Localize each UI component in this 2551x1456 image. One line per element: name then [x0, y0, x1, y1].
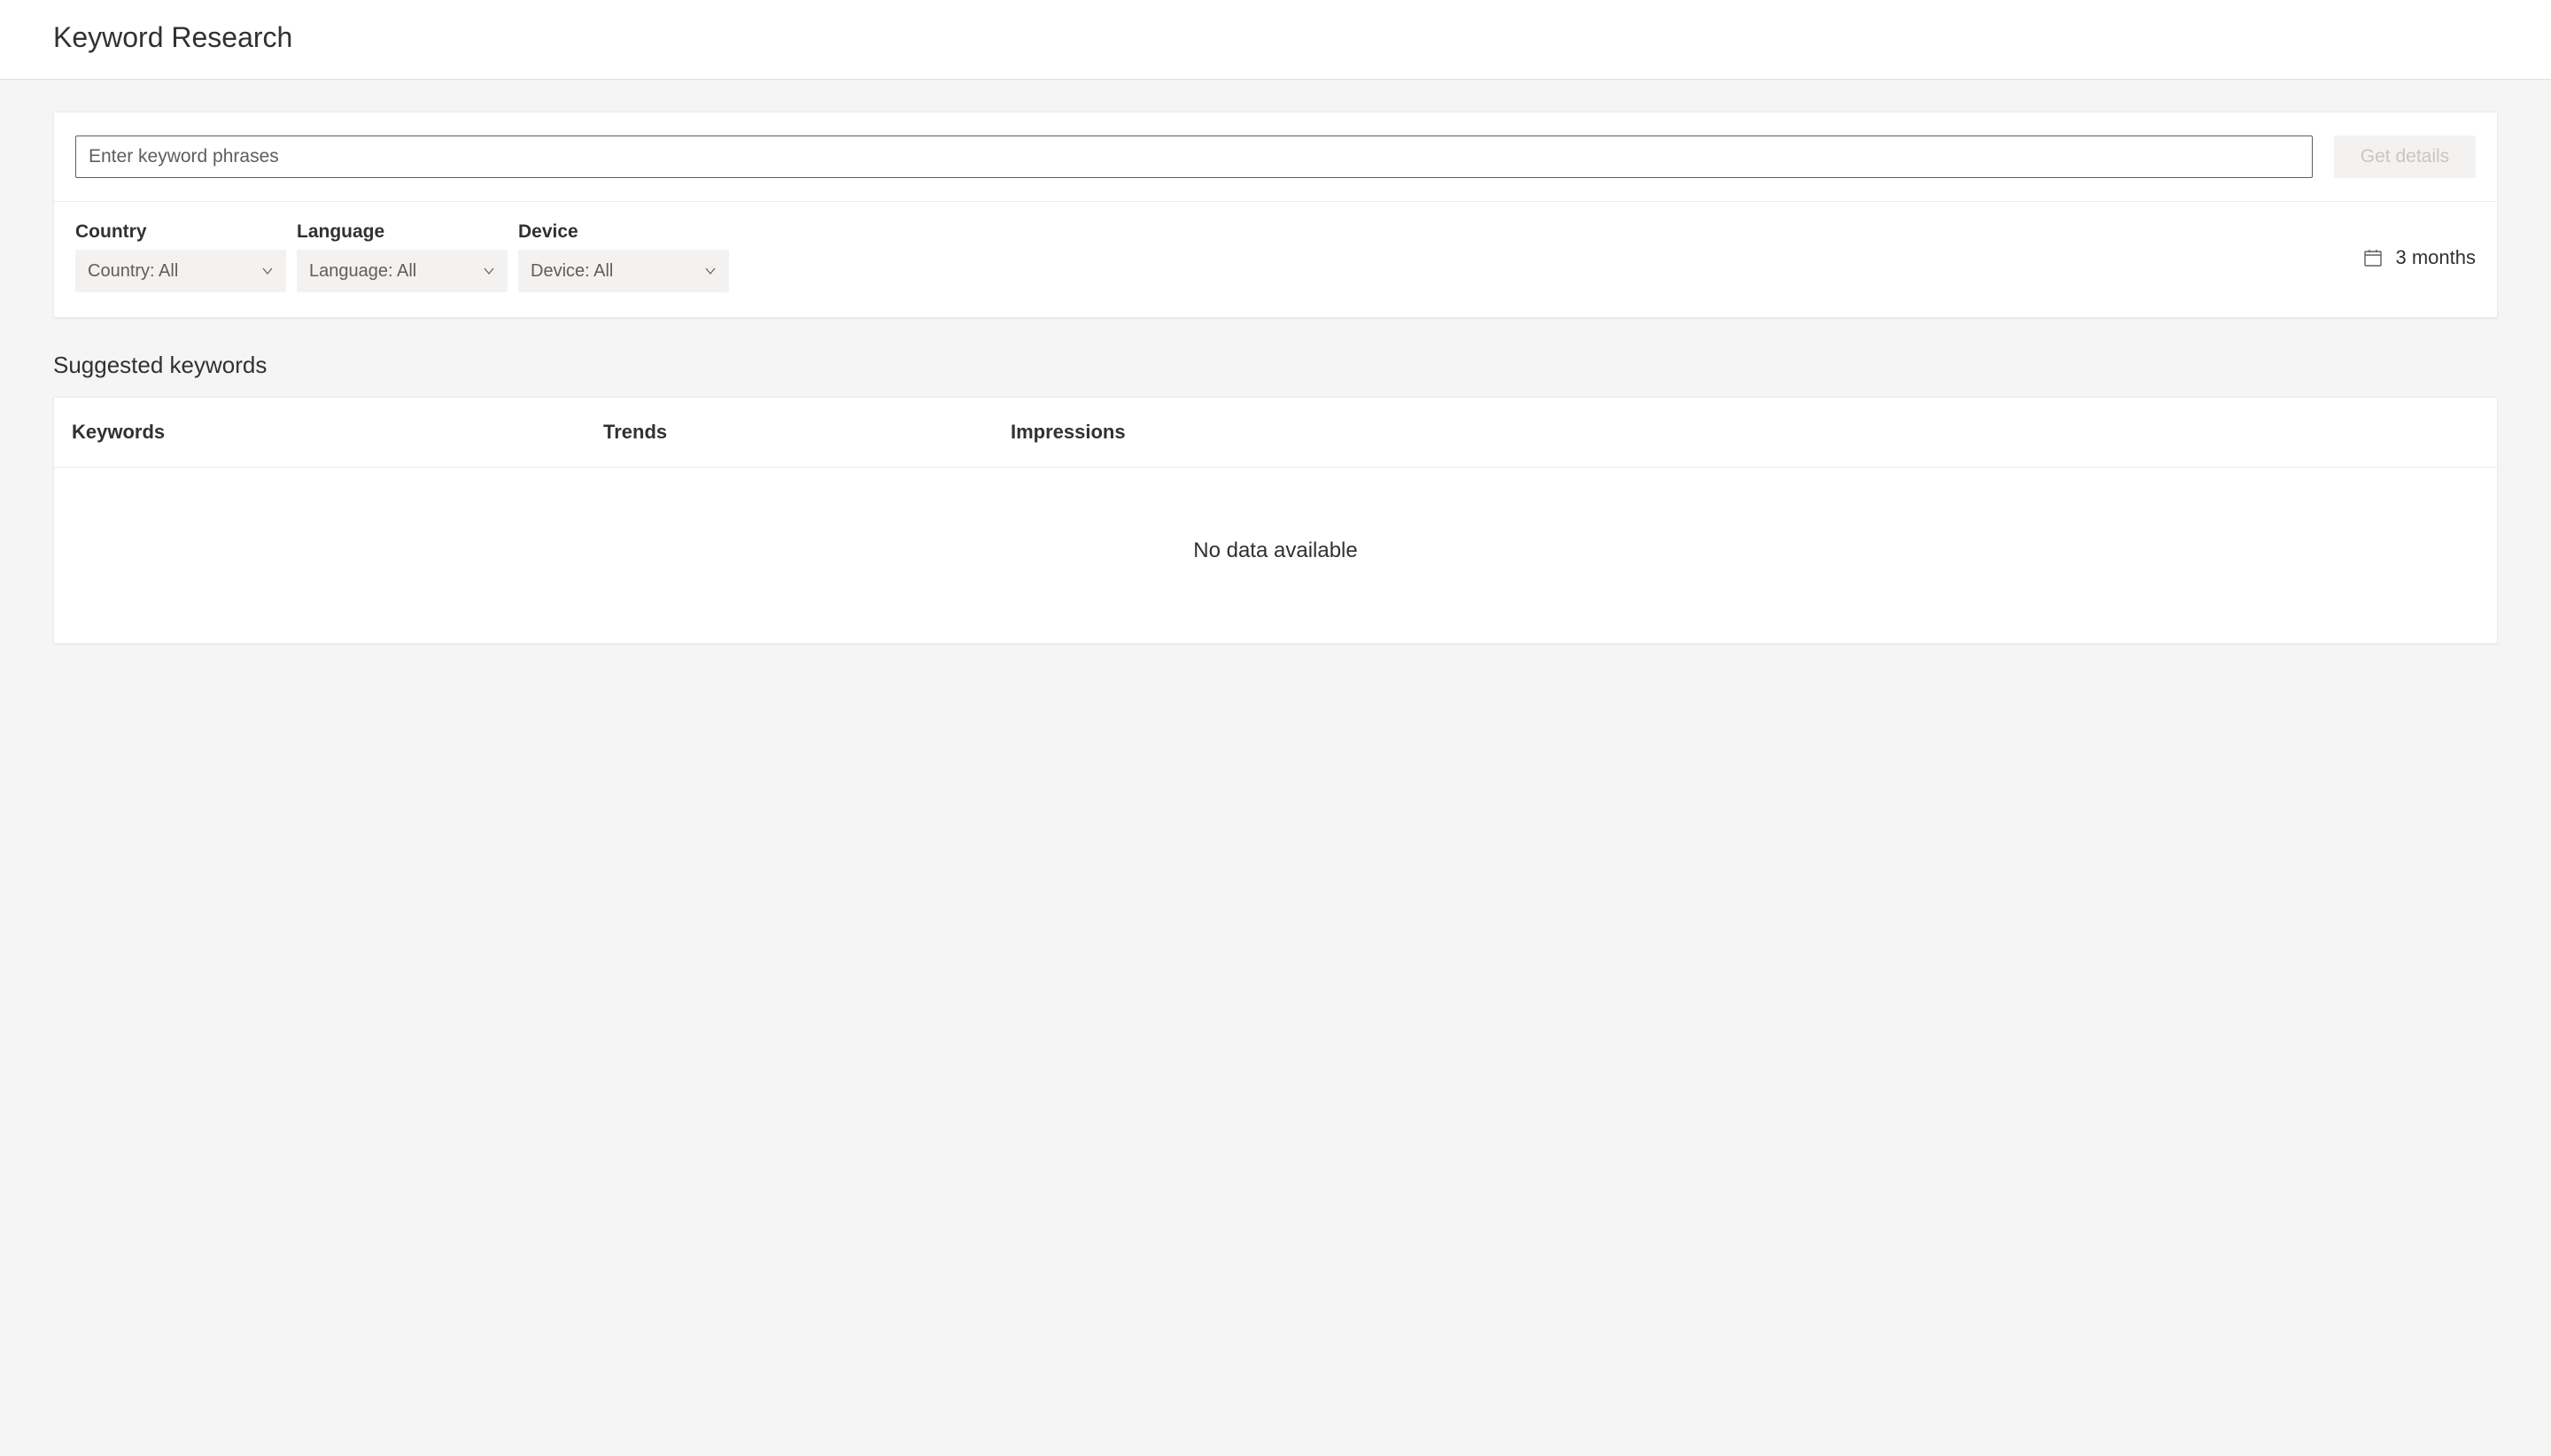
- language-dropdown[interactable]: Language: All: [297, 250, 508, 292]
- country-filter-group: Country Country: All: [75, 221, 286, 292]
- language-dropdown-value: Language: All: [309, 261, 416, 282]
- chevron-down-icon: [704, 265, 717, 277]
- table-header-row: Keywords Trends Impressions: [54, 398, 2497, 468]
- device-dropdown-value: Device: All: [531, 261, 613, 282]
- date-range-selector[interactable]: 3 months: [2362, 221, 2477, 269]
- empty-state-message: No data available: [54, 468, 2497, 643]
- page-content: Get details Country Country: All Languag…: [0, 80, 2551, 676]
- device-filter-group: Device Device: All: [518, 221, 729, 292]
- results-card: Keywords Trends Impressions No data avai…: [53, 397, 2498, 644]
- country-filter-label: Country: [75, 221, 286, 243]
- device-filter-label: Device: [518, 221, 729, 243]
- search-section: Get details: [54, 112, 2497, 202]
- date-range-value: 3 months: [2396, 246, 2477, 269]
- chevron-down-icon: [483, 265, 495, 277]
- keyword-search-input[interactable]: [75, 136, 2313, 178]
- language-filter-group: Language Language: All: [297, 221, 508, 292]
- page-title: Keyword Research: [53, 21, 2498, 54]
- column-header-impressions: Impressions: [1011, 421, 2479, 444]
- calendar-icon: [2362, 247, 2384, 268]
- language-filter-label: Language: [297, 221, 508, 243]
- suggested-keywords-title: Suggested keywords: [53, 352, 2498, 379]
- country-dropdown[interactable]: Country: All: [75, 250, 286, 292]
- column-header-trends: Trends: [603, 421, 1011, 444]
- get-details-button[interactable]: Get details: [2334, 136, 2476, 178]
- column-header-keywords: Keywords: [72, 421, 603, 444]
- country-dropdown-value: Country: All: [88, 261, 178, 282]
- filters-section: Country Country: All Language Language: …: [54, 202, 2497, 317]
- page-header: Keyword Research: [0, 0, 2551, 80]
- device-dropdown[interactable]: Device: All: [518, 250, 729, 292]
- search-filters-card: Get details Country Country: All Languag…: [53, 112, 2498, 318]
- chevron-down-icon: [261, 265, 274, 277]
